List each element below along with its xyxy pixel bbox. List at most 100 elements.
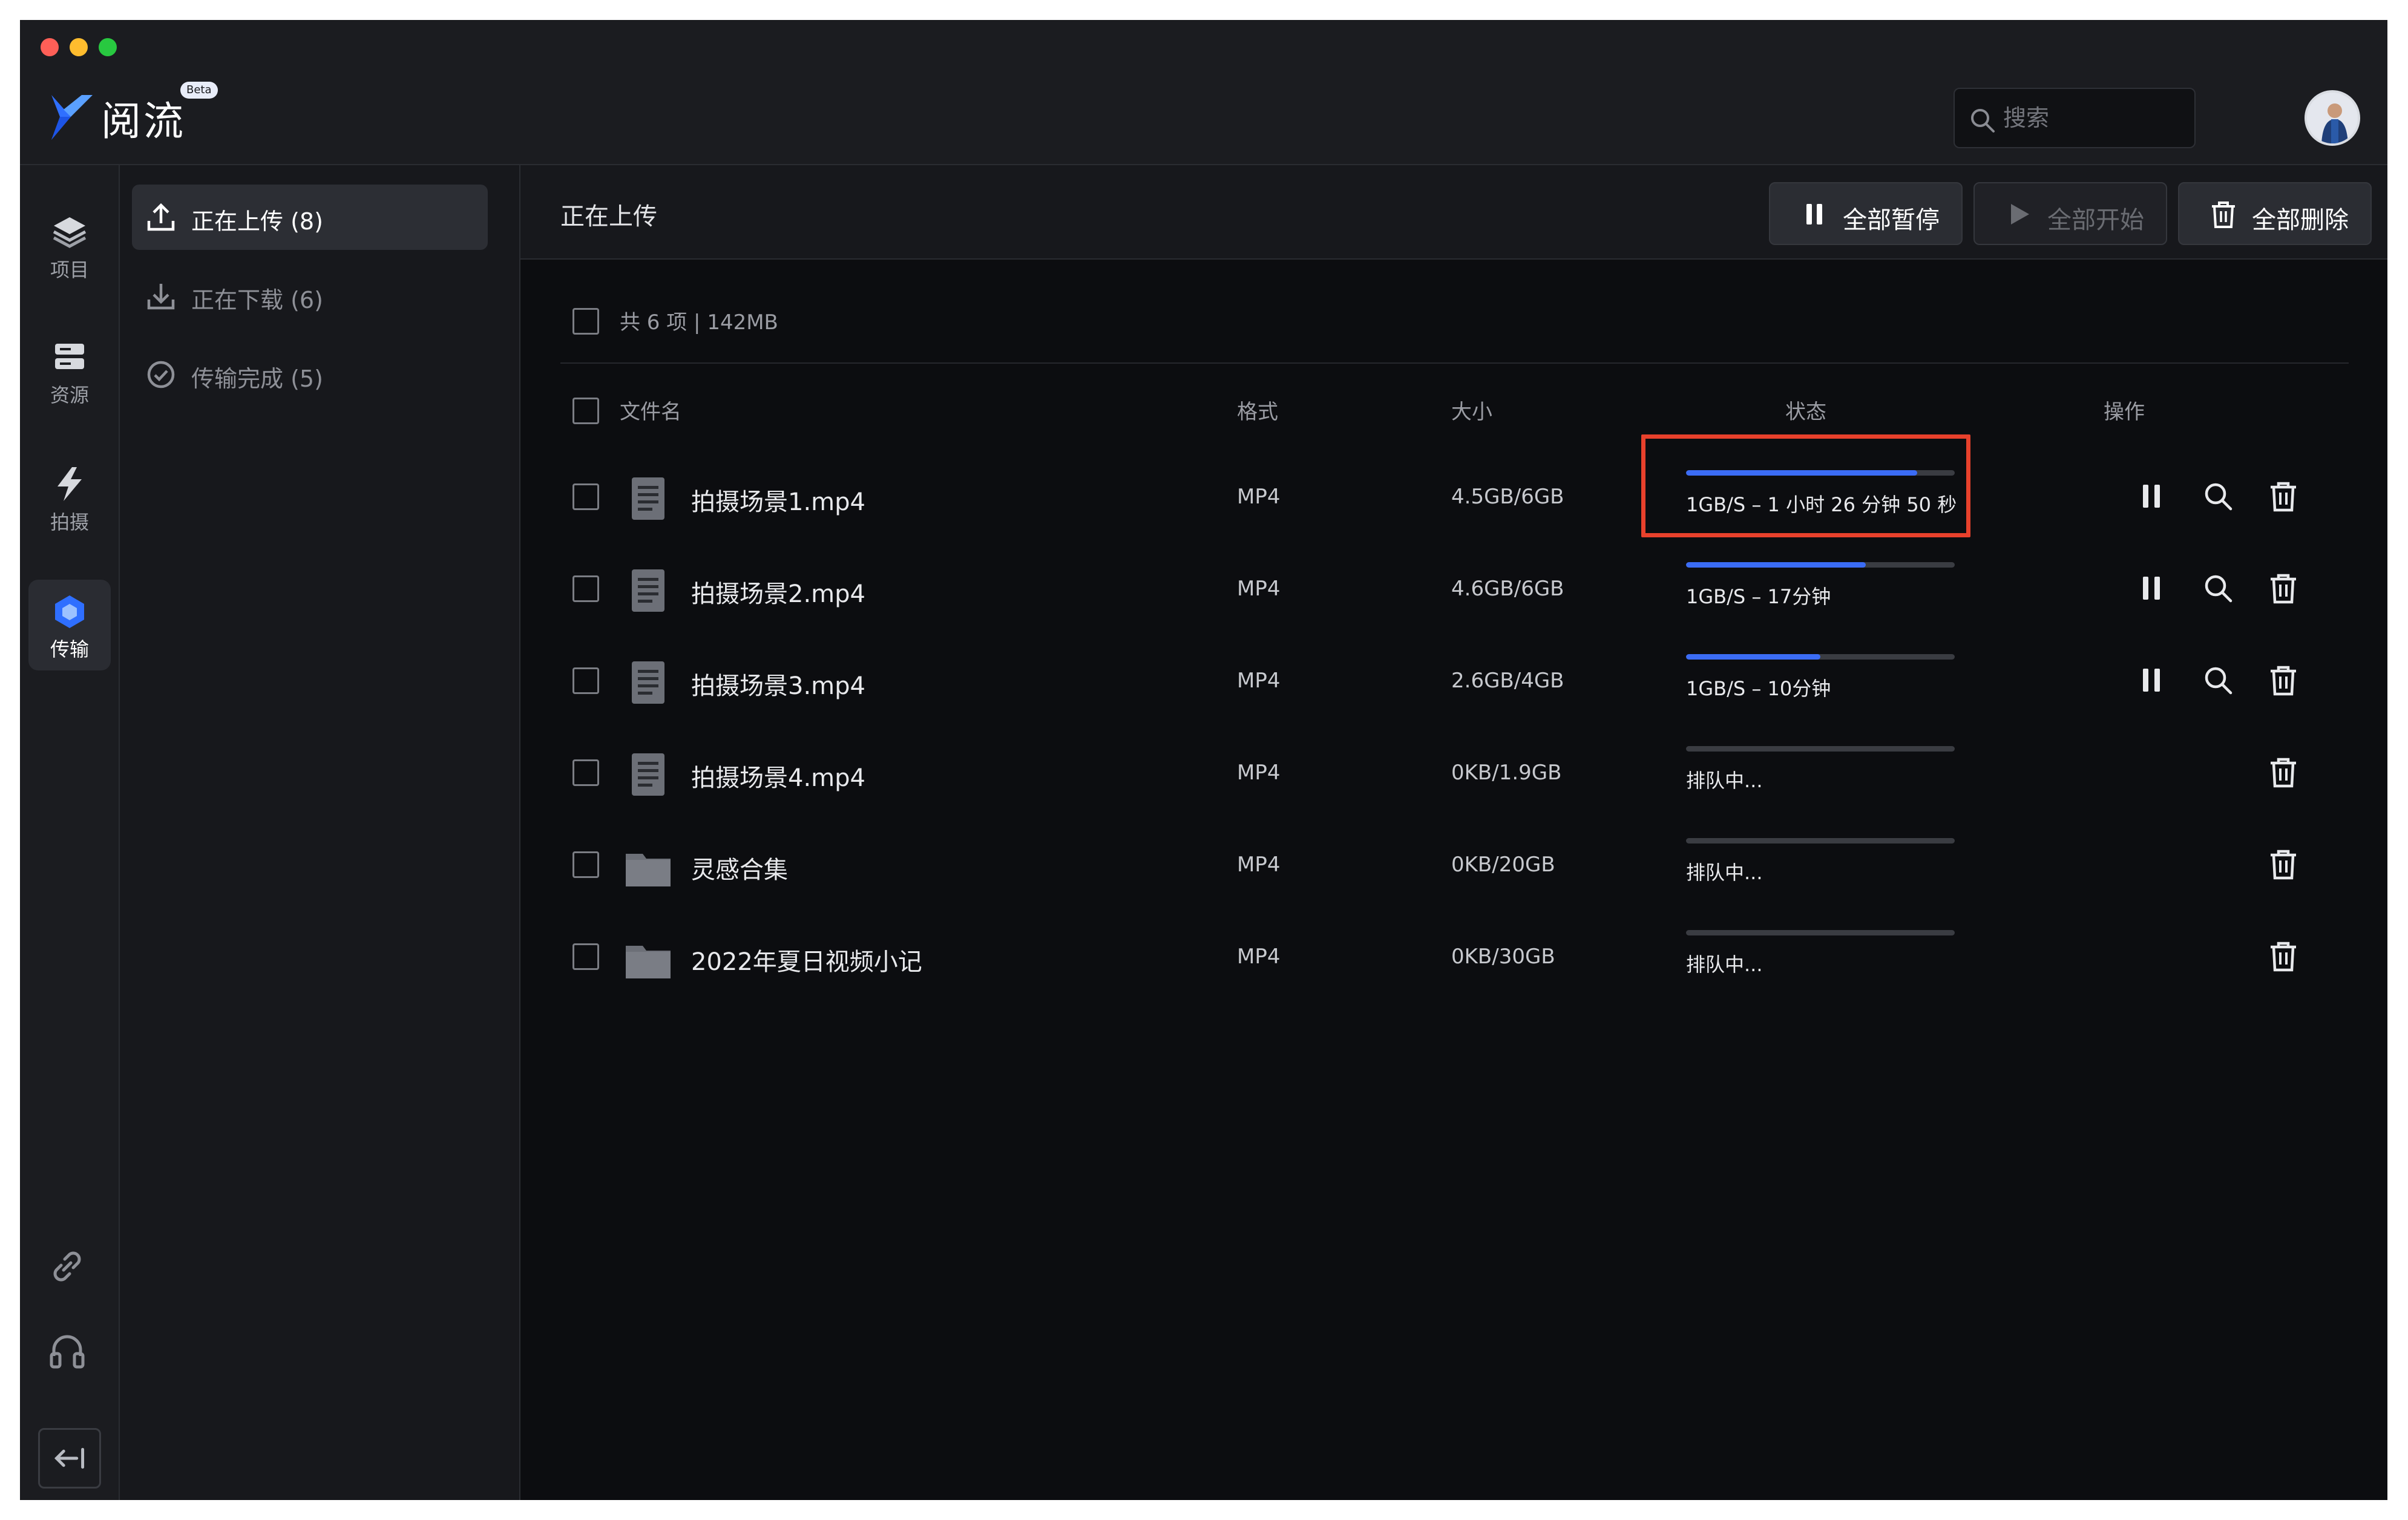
delete-all-button[interactable]: 全部删除 bbox=[2178, 182, 2372, 245]
delete-button[interactable] bbox=[2266, 939, 2301, 974]
rail-item-shooting[interactable]: 拍摄 bbox=[28, 453, 111, 543]
column-header-format: 格式 bbox=[1237, 400, 1278, 424]
search-icon bbox=[2205, 667, 2232, 695]
table-row[interactable]: 拍摄场景4.mp4 MP4 0KB/1.9GB 排队中... bbox=[560, 728, 2349, 820]
delete-button[interactable] bbox=[2266, 571, 2301, 606]
progress-fill bbox=[1686, 654, 1820, 660]
row-checkbox[interactable] bbox=[572, 759, 599, 786]
rail-item-resources[interactable]: 资源 bbox=[28, 326, 111, 416]
row-checkbox[interactable] bbox=[572, 483, 599, 510]
table-row[interactable]: 灵感合集 MP4 0KB/20GB 排队中... bbox=[560, 820, 2349, 912]
table-row[interactable]: 拍摄场景3.mp4 MP4 2.6GB/4GB 1GB/S – 10分钟 bbox=[560, 636, 2349, 728]
file-format: MP4 bbox=[1237, 669, 1281, 693]
window-zoom-button[interactable] bbox=[99, 38, 117, 56]
nav-item-label: 传输完成 (5) bbox=[191, 365, 323, 392]
start-all-label: 全部开始 bbox=[2047, 206, 2144, 234]
folder-icon bbox=[626, 946, 671, 978]
folder-icon bbox=[626, 854, 671, 886]
file-icon bbox=[632, 477, 664, 520]
transfer-status: 排队中... bbox=[1686, 953, 1763, 976]
pause-all-label: 全部暂停 bbox=[1843, 206, 1940, 234]
progress-bar bbox=[1686, 746, 1955, 752]
search-button[interactable] bbox=[2200, 479, 2236, 514]
rail-item-label: 项目 bbox=[50, 258, 89, 281]
collapse-icon bbox=[54, 1447, 85, 1469]
progress-bar bbox=[1686, 654, 1955, 660]
start-all-button[interactable]: 全部开始 bbox=[1973, 182, 2167, 245]
rail-item-projects[interactable]: 项目 bbox=[28, 200, 111, 291]
trash-icon bbox=[2271, 482, 2296, 512]
pause-button[interactable] bbox=[2134, 479, 2169, 514]
table-row[interactable]: 拍摄场景2.mp4 MP4 4.6GB/6GB 1GB/S – 17分钟 bbox=[560, 544, 2349, 636]
rail-item-transfer[interactable]: 传输 bbox=[28, 580, 111, 670]
row-checkbox[interactable] bbox=[572, 851, 599, 878]
nav-item-completed[interactable]: 传输完成 (5) bbox=[132, 342, 488, 407]
transfer-status: 1GB/S – 10分钟 bbox=[1686, 677, 1831, 700]
layers-icon bbox=[53, 217, 87, 248]
window-close-button[interactable] bbox=[41, 38, 59, 56]
delete-all-label: 全部删除 bbox=[2252, 206, 2349, 234]
row-checkbox[interactable] bbox=[572, 943, 599, 970]
select-all-checkbox[interactable] bbox=[572, 308, 599, 335]
pause-all-button[interactable]: 全部暂停 bbox=[1769, 182, 1963, 245]
beta-badge: Beta bbox=[180, 82, 218, 99]
search-box[interactable] bbox=[1954, 88, 2196, 148]
file-size: 0KB/20GB bbox=[1451, 853, 1555, 877]
transfer-status: 排队中... bbox=[1686, 769, 1763, 792]
search-button[interactable] bbox=[2200, 571, 2236, 606]
rail-item-label: 传输 bbox=[50, 638, 89, 661]
avatar[interactable] bbox=[2305, 90, 2360, 146]
pause-button[interactable] bbox=[2134, 571, 2169, 606]
nav-item-uploading[interactable]: 正在上传 (8) bbox=[132, 185, 488, 250]
file-format: MP4 bbox=[1237, 945, 1281, 969]
headset-icon[interactable] bbox=[43, 1327, 91, 1375]
lightning-icon bbox=[57, 467, 82, 501]
rail-item-label: 资源 bbox=[50, 384, 89, 407]
row-checkbox[interactable] bbox=[572, 575, 599, 602]
toolbar: 正在上传 全部暂停 全部开始 全部删除 bbox=[520, 165, 2387, 260]
file-size: 2.6GB/4GB bbox=[1451, 669, 1564, 693]
column-header-actions: 操作 bbox=[2104, 400, 2145, 424]
delete-button[interactable] bbox=[2266, 847, 2301, 882]
file-icon bbox=[632, 753, 664, 796]
transfer-status: 排队中... bbox=[1686, 861, 1763, 884]
file-format: MP4 bbox=[1237, 853, 1281, 877]
nav-item-label: 正在下载 (6) bbox=[191, 287, 323, 313]
transfer-status: 1GB/S – 17分钟 bbox=[1686, 585, 1831, 608]
file-format: MP4 bbox=[1237, 761, 1281, 785]
delete-button[interactable] bbox=[2266, 755, 2301, 790]
play-icon bbox=[2011, 204, 2029, 224]
header-checkbox[interactable] bbox=[572, 398, 599, 424]
table-row[interactable]: 2022年夏日视频小记 MP4 0KB/30GB 排队中... bbox=[560, 912, 2349, 1004]
delete-button[interactable] bbox=[2266, 479, 2301, 514]
column-header-size: 大小 bbox=[1451, 400, 1492, 424]
file-name[interactable]: 拍摄场景3.mp4 bbox=[691, 666, 865, 701]
rail-item-label: 拍摄 bbox=[50, 511, 89, 534]
delete-button[interactable] bbox=[2266, 663, 2301, 698]
file-name[interactable]: 拍摄场景4.mp4 bbox=[691, 758, 865, 793]
file-icon bbox=[632, 569, 664, 612]
file-name[interactable]: 拍摄场景2.mp4 bbox=[691, 574, 865, 609]
file-name[interactable]: 拍摄场景1.mp4 bbox=[691, 482, 865, 517]
app-window: 阅流 Beta 项目 bbox=[20, 20, 2387, 1500]
row-checkbox[interactable] bbox=[572, 667, 599, 694]
file-name[interactable]: 灵感合集 bbox=[691, 850, 788, 885]
link-icon[interactable] bbox=[43, 1242, 91, 1291]
nav-item-label: 正在上传 (8) bbox=[191, 208, 323, 235]
table-row[interactable]: 拍摄场景1.mp4 MP4 4.5GB/6GB 1GB/S – 1 小时 26 分钟 … bbox=[560, 452, 2349, 544]
collapse-sidebar-button[interactable] bbox=[38, 1428, 101, 1489]
progress-bar bbox=[1686, 562, 1955, 568]
file-name[interactable]: 2022年夏日视频小记 bbox=[691, 942, 922, 977]
file-format: MP4 bbox=[1237, 485, 1281, 509]
search-input[interactable] bbox=[2003, 100, 2185, 136]
progress-bar bbox=[1686, 838, 1955, 844]
icon-rail: 项目 资源 拍摄 传输 bbox=[20, 165, 120, 1500]
window-minimize-button[interactable] bbox=[70, 38, 88, 56]
logo-icon bbox=[51, 95, 93, 140]
pause-icon bbox=[2143, 485, 2160, 508]
trash-icon bbox=[2271, 574, 2296, 604]
search-button[interactable] bbox=[2200, 663, 2236, 698]
pause-button[interactable] bbox=[2134, 663, 2169, 698]
nav-item-downloading[interactable]: 正在下载 (6) bbox=[132, 263, 488, 329]
storage-icon bbox=[55, 344, 84, 369]
